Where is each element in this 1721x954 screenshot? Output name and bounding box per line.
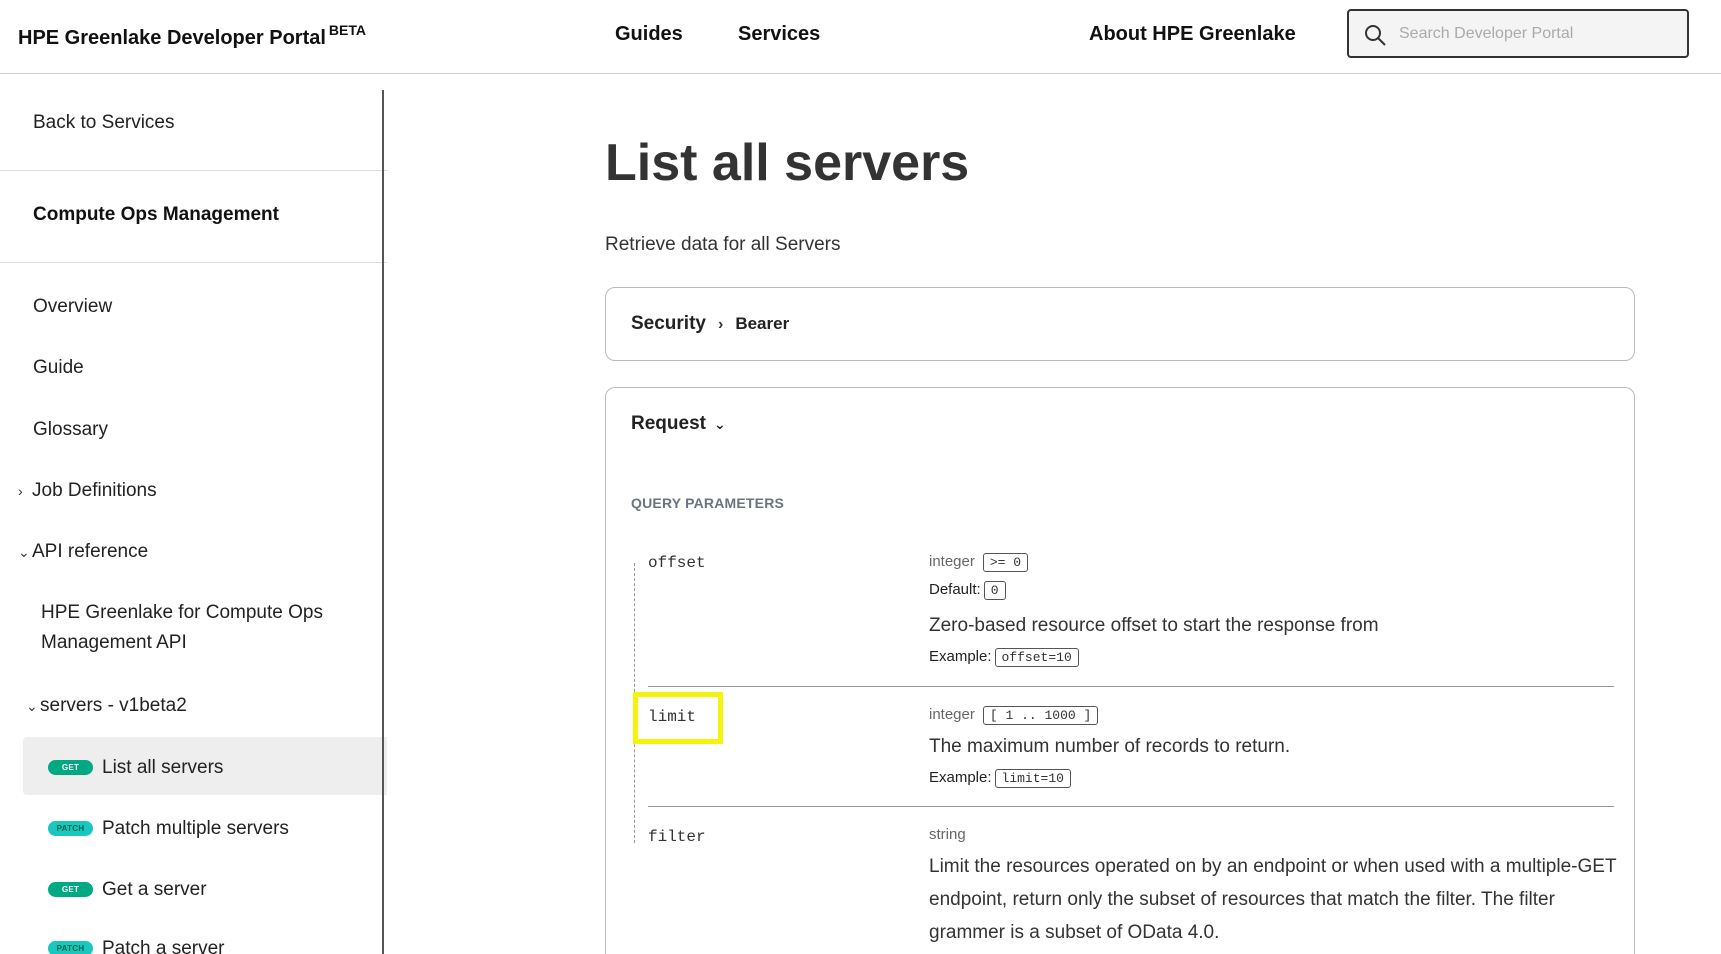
chevron-down-icon: ⌄ (18, 544, 30, 560)
example-value: limit=10 (994, 769, 1071, 788)
param-name-limit: limit (648, 708, 697, 726)
param-divider (648, 686, 1614, 687)
sidebar-scrollbar[interactable] (382, 90, 384, 954)
nav-services[interactable]: Services (738, 23, 820, 46)
page-title: List all servers (605, 134, 970, 192)
param-details-filter: string Limit the resources operated on b… (929, 826, 1619, 949)
nav-guides[interactable]: Guides (615, 23, 683, 46)
security-label: Security (631, 313, 706, 334)
sidebar-item-label: Job Definitions (32, 480, 157, 501)
sidebar-op-label: List all servers (102, 757, 224, 778)
search-icon (1365, 25, 1386, 46)
security-toggle[interactable]: Security › Bearer (631, 313, 789, 335)
chevron-down-icon: ⌄ (713, 416, 726, 432)
brand-title[interactable]: HPE Greenlake Developer Portal (18, 27, 326, 49)
request-label: Request (631, 413, 706, 434)
sidebar-item-overview[interactable]: Overview (33, 296, 112, 318)
nav-about[interactable]: About HPE Greenlake (1089, 23, 1296, 46)
param-constraint: [ 1 .. 1000 ] (982, 706, 1099, 725)
param-description: The maximum number of records to return. (929, 736, 1291, 757)
sidebar-item-guide[interactable]: Guide (33, 357, 84, 379)
top-header: HPE Greenlake Developer Portal BETA Guide… (0, 0, 1721, 74)
sidebar-divider (0, 170, 387, 171)
sidebar-op-list-all-servers[interactable]: GET List all servers (48, 757, 223, 779)
get-method-badge: GET (48, 760, 93, 776)
param-constraint: >= 0 (982, 553, 1029, 572)
get-method-badge: GET (48, 882, 93, 898)
param-divider (648, 806, 1614, 807)
sidebar-op-label: Patch a server (102, 938, 225, 954)
sidebar-item-label: servers - v1beta2 (40, 695, 187, 716)
sidebar-op-get-a-server[interactable]: GET Get a server (48, 879, 207, 901)
portal-brand[interactable]: HPE Greenlake Developer Portal BETA (18, 22, 366, 50)
sidebar-divider (0, 262, 387, 263)
param-type: integer (929, 706, 975, 723)
sidebar-item-api-name[interactable]: HPE Greenlake for Compute Ops Management… (41, 598, 361, 658)
back-to-services-link[interactable]: Back to Services (33, 112, 175, 134)
security-scheme: Bearer (735, 314, 790, 333)
sidebar-op-patch-multiple-servers[interactable]: PATCH Patch multiple servers (48, 818, 289, 840)
request-panel: Request ⌄ QUERY PARAMETERS offset integer… (605, 387, 1635, 954)
patch-method-badge: PATCH (48, 821, 93, 837)
param-name-filter: filter (648, 828, 706, 846)
security-panel: Security › Bearer (605, 287, 1635, 361)
search-box[interactable] (1347, 9, 1689, 58)
example-value: offset=10 (994, 648, 1079, 667)
param-details-offset: integer >= 0 Default: 0 Zero-based resourc… (929, 553, 1619, 667)
chevron-right-icon: › (18, 483, 23, 499)
param-type: string (929, 826, 966, 843)
default-label: Default: (929, 581, 981, 598)
sidebar-item-label: API reference (32, 541, 149, 562)
sidebar-item-glossary[interactable]: Glossary (33, 419, 108, 441)
param-type: integer (929, 553, 975, 570)
sidebar-op-label: Patch multiple servers (102, 818, 289, 839)
param-details-limit: integer [ 1 .. 1000 ] The maximum number … (929, 706, 1619, 788)
sidebar-item-servers-group[interactable]: ⌄ servers - v1beta2 (26, 695, 187, 717)
param-description: Limit the resources operated on by an en… (929, 856, 1617, 943)
page-description: Retrieve data for all Servers (605, 234, 841, 255)
sidebar-section-title: Compute Ops Management (33, 204, 279, 225)
chevron-down-icon: ⌄ (26, 698, 38, 714)
patch-method-badge: PATCH (48, 941, 93, 954)
example-label: Example: (929, 648, 992, 665)
param-name-offset: offset (648, 554, 706, 572)
example-label: Example: (929, 769, 992, 786)
param-description: Zero-based resource offset to start the … (929, 615, 1379, 636)
beta-label: BETA (328, 22, 366, 38)
sidebar-op-patch-a-server[interactable]: PATCH Patch a server (48, 938, 225, 954)
sidebar-op-label: Get a server (102, 879, 207, 900)
request-toggle[interactable]: Request ⌄ (631, 413, 726, 435)
query-parameters-heading: QUERY PARAMETERS (631, 495, 785, 511)
sidebar-item-job-definitions[interactable]: › Job Definitions (18, 480, 157, 502)
chevron-right-icon: › (717, 316, 724, 333)
search-input[interactable] (1399, 21, 1669, 47)
default-value: 0 (983, 581, 1006, 600)
sidebar-item-api-reference[interactable]: ⌄ API reference (18, 541, 148, 563)
